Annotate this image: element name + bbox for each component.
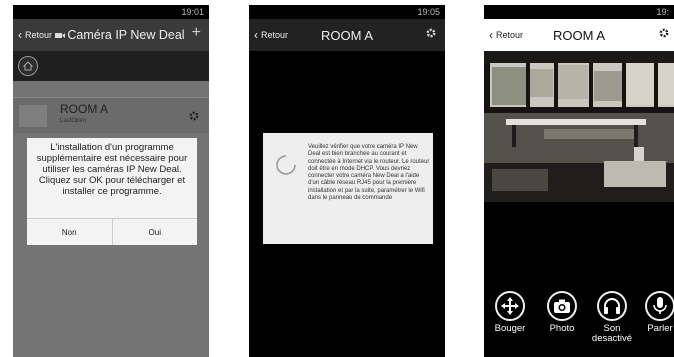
no-button[interactable]: Non bbox=[27, 219, 112, 245]
sound-label: Son desactivé bbox=[591, 323, 633, 344]
gear-icon[interactable] bbox=[425, 27, 437, 39]
page-title: Caméra IP New Deal bbox=[67, 28, 185, 42]
phone-screen-connecting: 19:05 ‹ Retour ROOM A Veuillez vérifier … bbox=[249, 5, 445, 357]
camera-thumbnail bbox=[19, 105, 47, 127]
status-time: 19:01 bbox=[181, 7, 204, 17]
toolbar bbox=[13, 51, 209, 81]
back-label: Retour bbox=[496, 30, 524, 40]
camera-list-item[interactable]: ROOM A LastOpen bbox=[13, 97, 209, 133]
move-arrows-icon bbox=[495, 291, 525, 321]
screenshots-canvas: 19:01 ‹ Retour Caméra IP New Deal + ROOM… bbox=[0, 0, 674, 357]
status-time: 19: bbox=[656, 7, 669, 17]
sound-button[interactable]: Son desactivé bbox=[590, 291, 634, 344]
status-bar: 19:01 bbox=[13, 5, 209, 19]
back-button[interactable]: ‹ Retour bbox=[13, 28, 66, 42]
nav-bar: ‹ Retour ROOM A bbox=[484, 19, 674, 51]
chevron-left-icon: ‹ bbox=[18, 28, 22, 42]
camera-live-feed bbox=[484, 51, 674, 202]
headphones-icon bbox=[597, 291, 627, 321]
photo-button[interactable]: Photo bbox=[540, 291, 584, 334]
yes-button[interactable]: Oui bbox=[111, 219, 198, 245]
add-camera-button[interactable]: + bbox=[192, 24, 201, 42]
home-icon bbox=[23, 61, 33, 71]
back-label: Retour bbox=[261, 30, 289, 40]
nav-bar: ‹ Retour ROOM A bbox=[249, 19, 445, 51]
loading-dialog: Veuillez vérifier que votre caméra IP Ne… bbox=[263, 133, 433, 244]
home-button[interactable] bbox=[18, 56, 38, 76]
talk-label: Parler bbox=[647, 323, 673, 334]
phone-screen-live-view: 19: ‹ Retour ROOM A Bouger Photo Son des… bbox=[484, 5, 674, 357]
chevron-left-icon: ‹ bbox=[254, 28, 258, 42]
camera-icon bbox=[547, 291, 577, 321]
gear-icon[interactable] bbox=[658, 27, 670, 39]
nav-bar: ‹ Retour Caméra IP New Deal + bbox=[13, 19, 209, 51]
gear-icon[interactable] bbox=[188, 110, 200, 122]
chevron-left-icon: ‹ bbox=[489, 28, 493, 42]
status-bar: 19:05 bbox=[249, 5, 445, 19]
talk-button[interactable]: Parler bbox=[638, 291, 674, 334]
photo-label: Photo bbox=[549, 323, 575, 334]
camera-logo-icon bbox=[55, 32, 66, 38]
back-button[interactable]: ‹ Retour bbox=[484, 28, 523, 42]
camera-status: LastOpen bbox=[60, 118, 87, 124]
back-label: Retour bbox=[25, 30, 53, 40]
camera-name: ROOM A bbox=[60, 102, 109, 116]
dialog-buttons: Non Oui bbox=[27, 218, 197, 245]
loading-message: Veuillez vérifier que votre caméra IP Ne… bbox=[308, 144, 430, 202]
microphone-icon bbox=[645, 291, 674, 321]
loading-spinner-icon bbox=[276, 155, 296, 175]
dialog-message: L'installation d'un programme supplément… bbox=[36, 142, 188, 197]
status-time: 19:05 bbox=[417, 7, 440, 17]
install-dialog: L'installation d'un programme supplément… bbox=[27, 138, 197, 245]
phone-screen-camera-list: 19:01 ‹ Retour Caméra IP New Deal + ROOM… bbox=[13, 5, 209, 357]
move-label: Bouger bbox=[494, 323, 526, 334]
back-button[interactable]: ‹ Retour bbox=[249, 28, 288, 42]
move-button[interactable]: Bouger bbox=[488, 291, 532, 334]
status-bar: 19: bbox=[484, 5, 674, 19]
